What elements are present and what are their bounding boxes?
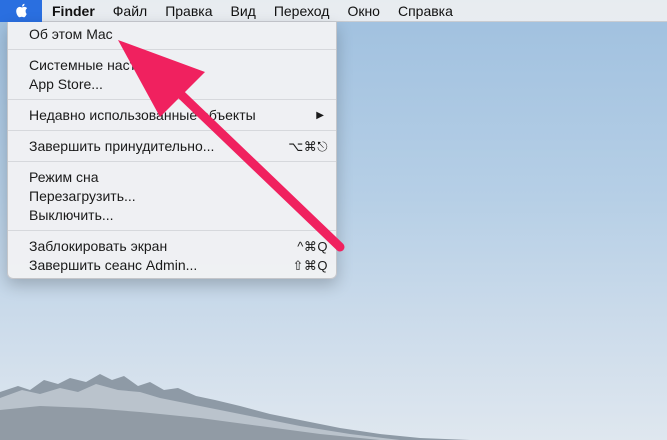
menu-item-label: Выключить... [29, 207, 114, 223]
keyboard-shortcut: ^⌘Q [297, 239, 328, 254]
menu-window[interactable]: Окно [338, 0, 389, 22]
keyboard-shortcut: ⌥⌘⎋ [288, 139, 328, 154]
menu-separator [8, 130, 336, 131]
menu-help[interactable]: Справка [389, 0, 462, 22]
menu-item-sleep[interactable]: Режим сна [8, 168, 336, 187]
menu-item-system-preferences[interactable]: Системные настройки... [8, 56, 336, 75]
menu-item-app-store[interactable]: App Store... [8, 75, 336, 94]
menu-separator [8, 161, 336, 162]
mountain-landscape [0, 374, 470, 440]
menu-item-recent-items[interactable]: Недавно использованные объекты ▶ [8, 106, 336, 125]
keyboard-shortcut: ⇧⌘Q [292, 258, 328, 273]
menu-item-force-quit[interactable]: Завершить принудительно... ⌥⌘⎋ [8, 137, 336, 156]
menu-item-log-out[interactable]: Завершить сеанс Admin... ⇧⌘Q [8, 256, 336, 275]
menu-separator [8, 99, 336, 100]
menu-item-label: Завершить сеанс Admin... [29, 257, 198, 273]
menu-file[interactable]: Файл [104, 0, 156, 22]
menu-edit[interactable]: Правка [156, 0, 221, 22]
desktop: Finder Файл Правка Вид Переход Окно Спра… [0, 0, 667, 440]
apple-logo-icon [15, 3, 27, 18]
menu-separator [8, 230, 336, 231]
apple-dropdown-menu: Об этом Mac Системные настройки... App S… [7, 22, 337, 279]
menu-view[interactable]: Вид [222, 0, 265, 22]
menu-finder[interactable]: Finder [42, 0, 104, 22]
menu-bar: Finder Файл Правка Вид Переход Окно Спра… [0, 0, 667, 22]
submenu-arrow-icon: ▶ [316, 110, 324, 121]
menu-item-label: App Store... [29, 76, 103, 92]
menu-item-label: Режим сна [29, 169, 99, 185]
menu-item-label: Системные настройки... [29, 57, 186, 73]
menu-item-lock-screen[interactable]: Заблокировать экран ^⌘Q [8, 237, 336, 256]
menu-go[interactable]: Переход [265, 0, 339, 22]
apple-menu-button[interactable] [0, 0, 42, 22]
menu-item-label: Завершить принудительно... [29, 138, 215, 154]
menu-item-label: Недавно использованные объекты [29, 107, 256, 123]
menu-item-restart[interactable]: Перезагрузить... [8, 187, 336, 206]
menu-item-about-mac[interactable]: Об этом Mac [8, 25, 336, 44]
menu-item-label: Перезагрузить... [29, 188, 136, 204]
menu-item-shutdown[interactable]: Выключить... [8, 206, 336, 225]
menu-separator [8, 49, 336, 50]
menu-item-label: Заблокировать экран [29, 238, 168, 254]
menu-item-label: Об этом Mac [29, 26, 113, 42]
